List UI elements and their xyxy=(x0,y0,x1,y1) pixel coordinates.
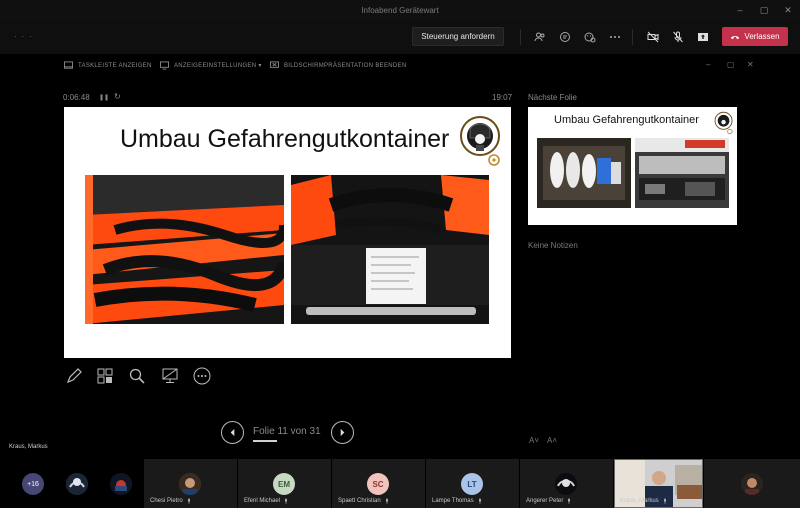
participant-avatar xyxy=(110,473,132,495)
people-icon[interactable] xyxy=(532,29,548,45)
increase-font-button[interactable]: A˄ xyxy=(547,436,557,445)
window-title: Infoabend Gerätewart xyxy=(361,5,439,15)
teams-presenter-window: Infoabend Gerätewart – ▢ ✕ · · · Steueru… xyxy=(0,0,800,508)
mic-off-icon[interactable] xyxy=(670,29,686,45)
mic-off-icon xyxy=(568,498,571,504)
overflow-participants-badge[interactable]: +16 xyxy=(22,473,44,495)
meeting-toolbar: · · · Steuerung anfordern Verlassen xyxy=(0,20,800,54)
drag-handle-icon: · · · xyxy=(14,31,33,41)
mic-off-icon xyxy=(285,498,288,504)
presenter-toolbar: TASKLEISTE ANZEIGEN ANZEIGEEINSTELLUNGEN… xyxy=(0,58,800,76)
request-control-button[interactable]: Steuerung anfordern xyxy=(412,27,504,46)
mic-off-icon xyxy=(663,498,666,504)
pause-timer-button[interactable]: ❚❚ xyxy=(99,94,109,101)
fire-department-logo xyxy=(460,116,500,166)
close-button[interactable]: ✕ xyxy=(776,0,800,20)
all-slides-icon[interactable] xyxy=(95,366,115,386)
camera-off-icon[interactable] xyxy=(645,29,661,45)
chat-icon[interactable] xyxy=(557,29,573,45)
chevron-left-icon xyxy=(230,428,235,437)
container-photo-left xyxy=(85,175,284,324)
end-slideshow-button[interactable]: BILDSCHIRMPRÄSENTATION BEENDEN xyxy=(270,61,406,70)
show-taskbar-label: TASKLEISTE ANZEIGEN xyxy=(78,62,152,69)
participant-name: Efenl Michael xyxy=(244,498,289,504)
participant-tile[interactable] xyxy=(704,459,800,508)
presenter-minimize-button[interactable]: – xyxy=(706,60,710,69)
toolbar-divider xyxy=(632,29,633,45)
participant-initials-avatar: LT xyxy=(461,473,483,495)
window-controls: – ▢ ✕ xyxy=(728,0,800,20)
more-options-icon[interactable] xyxy=(192,366,212,386)
share-screen-icon[interactable] xyxy=(695,29,711,45)
decrease-font-button[interactable]: A˅ xyxy=(529,436,539,445)
leave-label: Verlassen xyxy=(744,32,780,41)
container-photo-right xyxy=(291,175,489,324)
end-slideshow-icon xyxy=(270,61,279,68)
participant-name: Lampe Thomas xyxy=(432,498,483,504)
participant-name: Kraus, Markus xyxy=(620,498,668,504)
counter-underline xyxy=(253,440,277,442)
next-slide-photo-left xyxy=(537,138,631,208)
participant-photo xyxy=(179,473,201,495)
next-slide-title: Umbau Gefahrengutkontainer xyxy=(554,114,699,126)
participant-photo xyxy=(741,473,763,495)
pen-icon[interactable] xyxy=(64,366,84,386)
next-slide-button[interactable] xyxy=(331,421,354,444)
slide-counter[interactable]: Folie 11 von 31 xyxy=(253,426,321,437)
next-slide-photo-right xyxy=(635,138,729,208)
chevron-right-icon xyxy=(340,428,345,437)
black-screen-icon[interactable] xyxy=(160,366,180,386)
mic-off-icon xyxy=(187,498,190,504)
leave-button[interactable]: Verlassen xyxy=(722,27,788,46)
end-slideshow-label: BILDSCHIRMPRÄSENTATION BEENDEN xyxy=(284,62,407,69)
presenter-maximize-button[interactable]: ▢ xyxy=(727,60,735,69)
mic-off-icon xyxy=(478,498,481,504)
taskbar-icon xyxy=(64,61,73,69)
elapsed-timer: 0:06:48 xyxy=(63,93,90,102)
clock: 19:07 xyxy=(492,93,513,102)
hang-up-icon xyxy=(731,35,740,39)
more-icon[interactable] xyxy=(607,29,623,45)
participant-name: Spaett Christian xyxy=(338,498,390,504)
slide-title: Umbau Gefahrengutkontainer xyxy=(120,125,450,153)
mic-off-icon xyxy=(385,498,388,504)
title-bar: Infoabend Gerätewart – ▢ ✕ xyxy=(0,0,800,20)
toolbar-divider xyxy=(520,29,521,45)
speaker-notes: Keine Notizen xyxy=(528,241,578,250)
participant-initials-avatar: SC xyxy=(367,473,389,495)
participant-name: Chesi Pietro xyxy=(150,498,192,504)
participant-initials-avatar: EM xyxy=(273,473,295,495)
display-settings-button[interactable]: ANZEIGEEINSTELLUNGEN ▾ xyxy=(160,61,262,70)
participant-avatar xyxy=(66,473,88,495)
current-slide[interactable]: Umbau Gefahrengutkontainer xyxy=(64,107,511,358)
next-slide-logo xyxy=(714,111,733,135)
zoom-icon[interactable] xyxy=(127,366,147,386)
restart-timer-button[interactable]: ↻ xyxy=(114,92,121,101)
next-slide-preview[interactable]: Umbau Gefahrengutkontainer xyxy=(528,107,737,225)
previous-slide-button[interactable] xyxy=(221,421,244,444)
maximize-button[interactable]: ▢ xyxy=(752,0,776,20)
reactions-icon[interactable] xyxy=(582,29,598,45)
minimize-button[interactable]: – xyxy=(728,0,752,20)
display-settings-label: ANZEIGEEINSTELLUNGEN ▾ xyxy=(174,63,262,69)
active-speaker-label: Kraus, Markus xyxy=(9,444,48,450)
presenter-close-button[interactable]: ✕ xyxy=(747,60,754,69)
display-settings-icon xyxy=(160,61,169,70)
participant-name: Angerer Peter xyxy=(526,498,572,504)
show-taskbar-button[interactable]: TASKLEISTE ANZEIGEN xyxy=(64,61,152,70)
participant-photo xyxy=(555,473,577,495)
next-slide-label: Nächste Folie xyxy=(528,93,577,102)
